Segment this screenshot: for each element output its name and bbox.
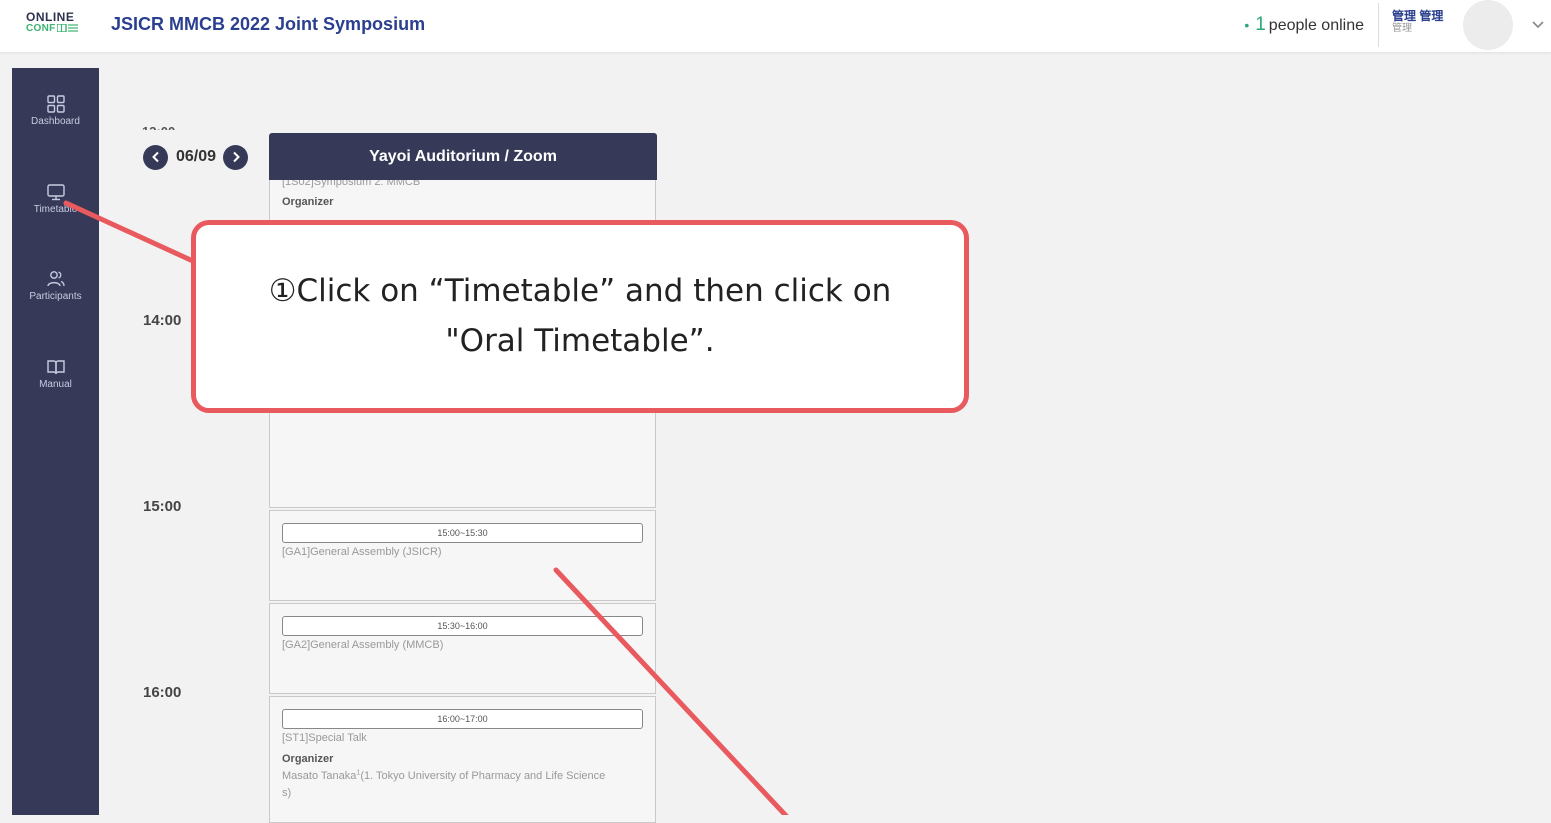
online-dot: •	[1244, 17, 1250, 33]
session-time: 15:30~16:00	[282, 616, 643, 636]
avatar[interactable]	[1463, 0, 1513, 50]
session-card-ga1[interactable]: 15:00~15:30 [GA1]General Assembly (JSICR…	[269, 510, 656, 601]
sidebar-item-label: Manual	[39, 379, 72, 390]
app-title: JSICR MMCB 2022 Joint Symposium	[111, 14, 426, 34]
current-date: 06/09	[176, 148, 217, 165]
time-label: 13:00	[142, 124, 176, 139]
online-label: people online	[1268, 17, 1364, 34]
logo-line1: ONLINE	[26, 10, 75, 24]
sidebar-item-label: Participants	[29, 291, 82, 302]
book-icon	[46, 360, 65, 375]
user-name: 管理 管理	[1392, 9, 1444, 23]
time-label-1500: 15:00	[143, 498, 182, 515]
online-conf-logo[interactable]: ONLINE CONF	[26, 11, 88, 34]
session-organizer-label: Organizer	[282, 753, 334, 765]
sidebar-item-label: Timetable	[33, 204, 78, 215]
sidebar: Dashboard Timetable Participants Manual	[12, 68, 99, 815]
callout-line1: ①Click on “Timetable” and then click on	[268, 272, 892, 309]
session-card-ga2[interactable]: 15:30~16:00 [GA2]General Assembly (MMCB)	[269, 603, 656, 694]
session-title: [ST1]Special Talk	[282, 732, 367, 744]
user-info[interactable]: 管理 管理 管理	[1392, 9, 1443, 35]
time-label-1400: 14:00	[143, 312, 182, 329]
session-card-st1[interactable]: 16:00~17:00 [ST1]Special Talk Organizer …	[269, 696, 656, 823]
callout-line2: "Oral Timetable”.	[445, 322, 715, 359]
session-organizer-name: Masato Tanaka1(1. Tokyo University of Ph…	[282, 769, 606, 799]
session-organizer-label: Organizer	[282, 196, 334, 208]
grid-icon	[46, 95, 65, 113]
date-navigator: 06/09	[143, 144, 249, 170]
room-header: Yayoi Auditorium / Zoom	[269, 133, 657, 180]
online-status: • 1 people online	[1244, 14, 1364, 36]
session-time: 15:00~15:30	[282, 523, 643, 543]
sidebar-item-dashboard[interactable]: Dashboard	[12, 94, 99, 127]
chevron-down-icon[interactable]	[1531, 17, 1545, 33]
prev-date-button[interactable]	[143, 144, 168, 170]
time-label-1600: 16:00	[143, 684, 182, 701]
sidebar-item-label: Dashboard	[31, 116, 80, 127]
logo-line2: CONF	[26, 24, 88, 34]
monitor-icon	[46, 184, 65, 201]
next-date-button[interactable]	[223, 144, 249, 170]
session-title: [GA2]General Assembly (MMCB)	[282, 639, 444, 651]
user-role: 管理	[1392, 23, 1412, 35]
sidebar-item-manual[interactable]: Manual	[12, 357, 99, 390]
top-header: ONLINE CONF JSICR MMCB 2022 Joint Sympos…	[0, 0, 1551, 52]
logo-mark-icon	[55, 23, 78, 34]
instruction-callout: ①Click on “Timetable” and then click on …	[191, 220, 969, 413]
session-title: [GA1]General Assembly (JSICR)	[282, 546, 442, 558]
sidebar-item-timetable[interactable]: Timetable	[12, 182, 99, 215]
people-icon	[46, 271, 65, 287]
session-title: [1S02]Symposium 2: MMCB	[282, 180, 421, 188]
session-time: 16:00~17:00	[282, 709, 643, 729]
chevron-left-icon	[151, 151, 159, 163]
online-count: 1	[1255, 14, 1266, 35]
chevron-right-icon	[232, 151, 240, 163]
header-divider	[1378, 3, 1379, 47]
sidebar-item-participants[interactable]: Participants	[12, 269, 99, 302]
